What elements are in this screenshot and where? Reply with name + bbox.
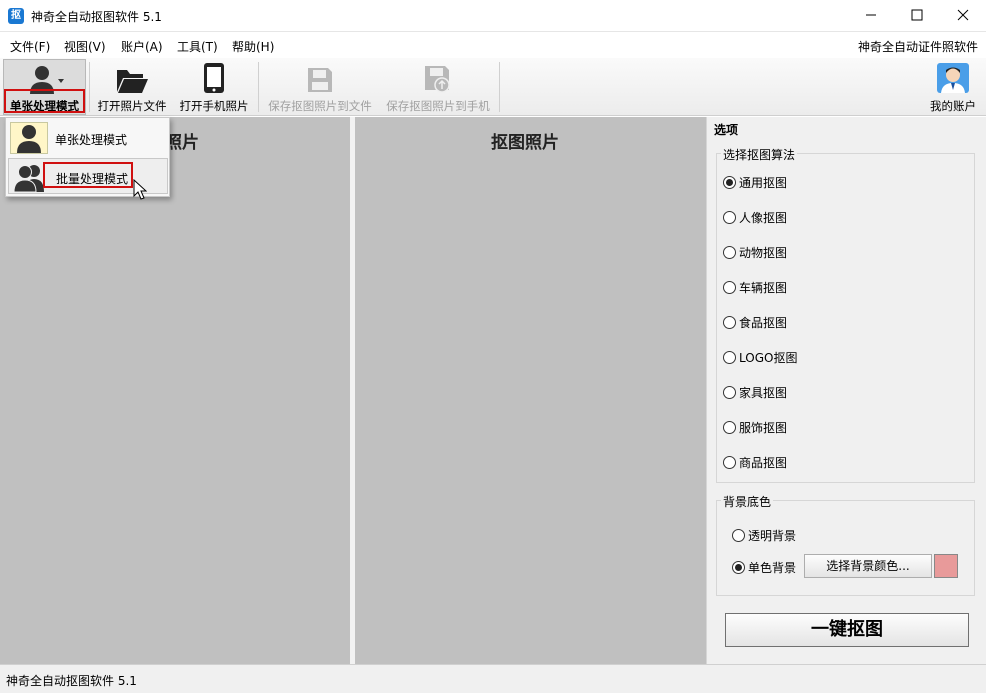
toolbar-separator	[258, 62, 259, 112]
menu-bar: 文件(F) 视图(V) 账户(A) 工具(T) 帮助(H) 神奇全自动证件照软件	[0, 32, 986, 58]
save-to-phone-icon	[423, 60, 453, 94]
background-group-title: 背景底色	[721, 493, 774, 510]
radio-dot	[723, 386, 736, 399]
single-user-icon	[10, 122, 48, 154]
mode-label-highlight	[4, 89, 85, 113]
minimize-icon	[866, 14, 876, 16]
my-account-button[interactable]: 我的账户	[922, 60, 984, 114]
radio-transparent-bg[interactable]: 透明背景	[732, 527, 796, 544]
maximize-button[interactable]	[894, 0, 940, 30]
radio-vehicle[interactable]: 车辆抠图	[723, 279, 787, 296]
dropdown-item-single[interactable]: 单张处理模式	[8, 120, 168, 156]
canvas-divider[interactable]	[350, 117, 355, 664]
open-file-button[interactable]: 打开照片文件	[92, 60, 172, 114]
toolbar: 单张处理模式 打开照片文件 打开手机照片 保存抠图照片到文件 保存抠图照片到手机…	[0, 58, 986, 116]
radio-dot	[723, 351, 736, 364]
close-icon	[957, 9, 969, 21]
save-file-button[interactable]: 保存抠图照片到文件	[262, 60, 378, 114]
menu-tools[interactable]: 工具(T)	[177, 38, 218, 55]
chevron-down-icon	[57, 79, 64, 83]
radio-dot	[732, 529, 745, 542]
radio-solid-bg[interactable]: 单色背景	[732, 559, 796, 576]
radio-dot	[723, 176, 736, 189]
close-button[interactable]	[940, 0, 986, 30]
open-file-label: 打开照片文件	[97, 99, 167, 113]
one-click-cutout-button[interactable]: 一键抠图	[725, 613, 969, 647]
radio-dot	[723, 281, 736, 294]
user-avatar-icon	[936, 60, 970, 94]
radio-dot	[723, 456, 736, 469]
batch-highlight	[43, 162, 133, 188]
id-photo-software-link[interactable]: 神奇全自动证件照软件	[858, 38, 978, 55]
radio-product[interactable]: 商品抠图	[723, 454, 787, 471]
menu-view[interactable]: 视图(V)	[64, 38, 106, 55]
toolbar-separator	[499, 62, 500, 112]
radio-dot	[732, 561, 745, 574]
menu-file[interactable]: 文件(F)	[10, 38, 50, 55]
status-bar: 神奇全自动抠图软件 5.1	[0, 664, 986, 693]
original-photo-title: 照片	[165, 133, 199, 153]
save-file-label: 保存抠图照片到文件	[268, 99, 372, 113]
mouse-cursor-icon	[133, 179, 147, 200]
radio-general[interactable]: 通用抠图	[723, 174, 787, 191]
options-panel: 选项 选择抠图算法 通用抠图 人像抠图 动物抠图 车辆抠图 食品抠图 LOGO抠…	[706, 117, 986, 664]
background-group	[716, 500, 975, 596]
my-account-label: 我的账户	[930, 99, 976, 113]
radio-food[interactable]: 食品抠图	[723, 314, 787, 331]
window-title: 神奇全自动抠图软件 5.1	[31, 10, 162, 24]
phone-icon	[202, 60, 226, 94]
radio-portrait[interactable]: 人像抠图	[723, 209, 787, 226]
app-icon: 抠	[8, 8, 24, 24]
radio-dot	[723, 246, 736, 259]
maximize-icon	[911, 9, 923, 21]
algorithm-group-title: 选择抠图算法	[721, 146, 798, 163]
status-text: 神奇全自动抠图软件 5.1	[6, 674, 137, 688]
cutout-photo-title: 抠图照片	[491, 133, 559, 153]
menu-help[interactable]: 帮助(H)	[232, 38, 274, 55]
folder-open-icon	[115, 60, 149, 94]
save-phone-button[interactable]: 保存抠图照片到手机	[380, 60, 496, 114]
save-icon	[306, 60, 334, 94]
menu-account[interactable]: 账户(A)	[121, 38, 163, 55]
radio-dot	[723, 316, 736, 329]
save-phone-label: 保存抠图照片到手机	[386, 99, 490, 113]
options-header: 选项	[714, 123, 739, 137]
radio-animal[interactable]: 动物抠图	[723, 244, 787, 261]
minimize-button[interactable]	[848, 0, 894, 30]
title-bar: 抠 神奇全自动抠图软件 5.1	[0, 0, 986, 32]
bg-color-swatch[interactable]	[934, 554, 958, 578]
radio-dot	[723, 211, 736, 224]
open-phone-label: 打开手机照片	[179, 99, 249, 113]
choose-bg-color-button[interactable]: 选择背景颜色...	[804, 554, 932, 578]
open-phone-button[interactable]: 打开手机照片	[174, 60, 254, 114]
radio-clothing[interactable]: 服饰抠图	[723, 419, 787, 436]
toolbar-separator	[89, 62, 90, 112]
radio-furniture[interactable]: 家具抠图	[723, 384, 787, 401]
radio-logo[interactable]: LOGO抠图	[723, 349, 797, 366]
dropdown-single-label: 单张处理模式	[55, 133, 128, 147]
radio-dot	[723, 421, 736, 434]
